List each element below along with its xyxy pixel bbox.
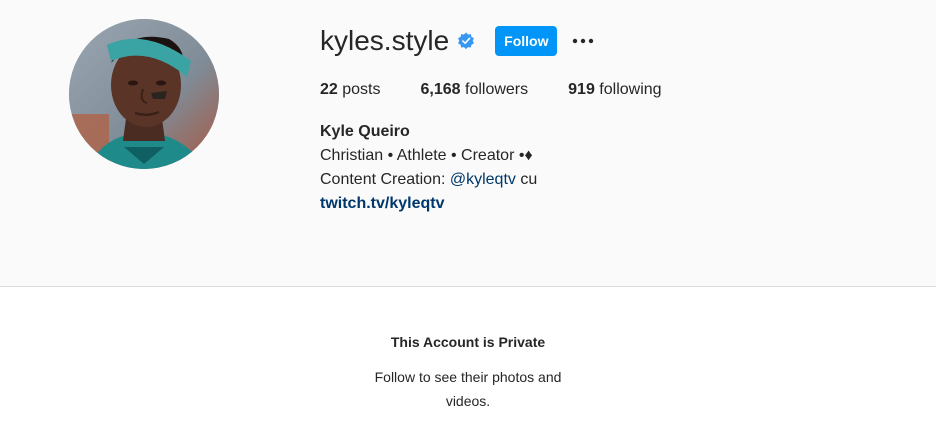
private-subtitle: Follow to see their photos and videos. — [374, 369, 562, 409]
bio-line: Christian • Athlete • Creator •♦ — [320, 147, 533, 164]
bio-suffix: cu — [515, 171, 538, 188]
full-name: Kyle Queiro — [320, 123, 410, 140]
following-stat[interactable]: 919 following — [568, 80, 661, 100]
avatar[interactable] — [69, 19, 219, 169]
profile-stats: 22 posts 6,168 followers 919 following — [320, 80, 702, 100]
external-link[interactable]: twitch.tv/kyleqtv — [320, 192, 702, 216]
following-count: 919 — [568, 81, 595, 98]
following-label: following — [599, 81, 662, 98]
profile-photo — [69, 19, 219, 169]
verified-badge-icon — [457, 32, 475, 50]
posts-count: 22 — [320, 81, 338, 98]
bio: Kyle Queiro Christian • Athlete • Creato… — [320, 120, 702, 216]
ellipsis-icon[interactable] — [571, 29, 595, 53]
followers-stat[interactable]: 6,168 followers — [421, 80, 529, 100]
private-title: This Account is Private — [390, 334, 546, 350]
mention-link[interactable]: @kyleqtv — [450, 171, 516, 188]
private-account-notice: This Account is Private Follow to see th… — [0, 286, 936, 447]
follow-button[interactable]: Follow — [495, 26, 558, 56]
profile-info: kyles.style Follow 22 posts 6,168 follow… — [320, 24, 702, 216]
username: kyles.style — [320, 25, 450, 56]
profile-page: kyles.style Follow 22 posts 6,168 follow… — [0, 0, 936, 447]
posts-stat: 22 posts — [320, 80, 381, 100]
posts-label: posts — [342, 81, 381, 98]
followers-count: 6,168 — [420, 81, 461, 98]
profile-title-row: kyles.style Follow — [320, 24, 702, 58]
bio-line-mention: Content Creation: @kyleqtv cu — [320, 168, 702, 192]
followers-label: followers — [465, 81, 529, 98]
bio-prefix: Content Creation: — [320, 171, 450, 188]
